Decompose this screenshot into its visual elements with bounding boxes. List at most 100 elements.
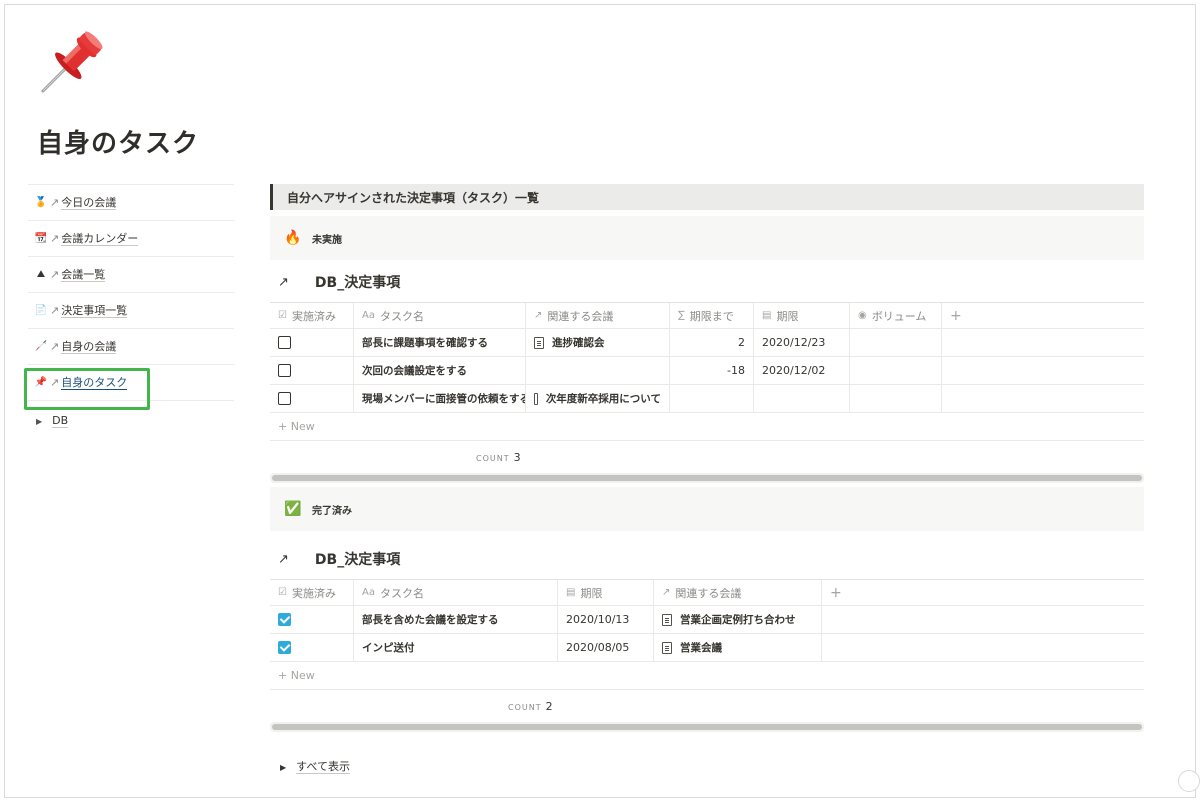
db-title-text[interactable]: DB_決定事項 <box>315 549 400 569</box>
empty-cell[interactable] <box>942 329 1144 356</box>
db-title-text[interactable]: DB_決定事項 <box>315 272 400 292</box>
linked-db-title[interactable]: ↗ DB_決定事項 <box>270 539 1144 579</box>
column-header[interactable]: ↗ 関連する会議 <box>526 303 670 328</box>
show-all-label[interactable]: すべて表示 <box>296 760 350 774</box>
pushpin-icon[interactable] <box>35 27 109 95</box>
scrollbar-thumb[interactable] <box>272 475 1142 481</box>
sidebar-item-5[interactable]: 📌 ↗ 自身のタスク <box>28 364 234 400</box>
task-name[interactable]: インピ送付 <box>362 640 415 655</box>
related-meeting-cell[interactable]: 営業企画定例打ち合わせ <box>654 606 822 633</box>
task-name[interactable]: 現場メンバーに面接管の依頼をする <box>362 391 525 406</box>
sidebar-item-3[interactable]: 📄 ↗ 決定事項一覧 <box>28 292 234 328</box>
task-name-cell[interactable]: 次回の会議設定をする <box>354 357 526 384</box>
column-header[interactable]: ◉ ボリューム <box>850 303 942 328</box>
empty-cell[interactable] <box>822 606 1144 633</box>
horizontal-scrollbar[interactable] <box>270 722 1144 732</box>
done-checkbox-cell[interactable] <box>270 357 354 384</box>
plus-icon[interactable]: + <box>830 585 842 601</box>
sidebar-item-label[interactable]: 自身の会議 <box>61 340 117 354</box>
task-name-cell[interactable]: インピ送付 <box>354 634 558 661</box>
task-name[interactable]: 部長に課題事項を確認する <box>362 335 488 350</box>
related-meeting-link[interactable]: 営業企画定例打ち合わせ <box>680 612 796 627</box>
column-header-label: 期限まで <box>689 309 734 323</box>
done-checkbox-cell[interactable] <box>270 634 354 661</box>
column-header[interactable]: ▤ 期限 <box>558 580 654 605</box>
toggle-triangle-icon[interactable]: ▶ <box>280 763 286 772</box>
column-type-icon: ↗ <box>534 310 543 321</box>
column-header[interactable]: ∑ 期限まで <box>670 303 754 328</box>
checked-checkbox[interactable] <box>278 641 291 654</box>
table-row[interactable]: 部長に課題事項を確認する 進捗確認会 2 2020/12/23 <box>270 329 1144 357</box>
deadline-cell[interactable]: 2020/12/02 <box>754 357 850 384</box>
column-header[interactable]: ☑ 実施済み <box>270 303 354 328</box>
column-header[interactable]: ☑ 実施済み <box>270 580 354 605</box>
linked-db-title[interactable]: ↗ DB_決定事項 <box>270 262 1144 302</box>
unchecked-checkbox[interactable] <box>278 336 291 349</box>
related-meeting-link[interactable]: 進捗確認会 <box>552 335 605 350</box>
related-meeting-cell[interactable]: 進捗確認会 <box>526 329 670 356</box>
related-meeting-cell[interactable]: 次年度新卒採用について <box>526 385 670 412</box>
deadline-cell[interactable]: 2020/10/13 <box>558 606 654 633</box>
deadline-cell[interactable] <box>754 385 850 412</box>
column-header-label: タスク名 <box>379 309 424 323</box>
related-meeting-link[interactable]: 営業会議 <box>680 640 722 655</box>
checked-checkbox[interactable] <box>278 613 291 626</box>
empty-cell[interactable] <box>942 385 1144 412</box>
related-meeting-cell[interactable]: 営業会議 <box>654 634 822 661</box>
table-row[interactable]: 次回の会議設定をする -18 2020/12/02 <box>270 357 1144 385</box>
unchecked-checkbox[interactable] <box>278 392 291 405</box>
task-name[interactable]: 部長を含めた会議を設定する <box>362 612 499 627</box>
volume-cell[interactable] <box>850 329 942 356</box>
sidebar-item-label[interactable]: 決定事項一覧 <box>61 304 128 318</box>
column-header[interactable]: ▤ 期限 <box>754 303 850 328</box>
volume-cell[interactable] <box>850 357 942 384</box>
column-header[interactable]: Aa タスク名 <box>354 303 526 328</box>
sidebar-item-label[interactable]: 会議カレンダー <box>61 232 139 246</box>
volume-cell[interactable] <box>850 385 942 412</box>
related-meeting-link[interactable]: 次年度新卒採用について <box>546 391 661 406</box>
empty-cell[interactable] <box>822 634 1144 661</box>
column-type-icon: ◉ <box>858 310 867 321</box>
plus-icon[interactable]: + <box>950 308 962 324</box>
deadline-cell[interactable]: 2020/08/05 <box>558 634 654 661</box>
done-checkbox-cell[interactable] <box>270 606 354 633</box>
add-column-button[interactable]: + <box>822 580 1144 605</box>
task-name-cell[interactable]: 部長を含めた会議を設定する <box>354 606 558 633</box>
empty-cell[interactable] <box>942 357 1144 384</box>
done-checkbox-cell[interactable] <box>270 329 354 356</box>
sidebar-item-0[interactable]: 🏅 ↗ 今日の会議 <box>28 184 234 220</box>
sidebar-item-4[interactable]: 🦯 ↗ 自身の会議 <box>28 328 234 364</box>
new-row-button[interactable]: + New <box>270 662 1144 690</box>
scrollbar-thumb[interactable] <box>272 724 1142 730</box>
sidebar-item-label[interactable]: 今日の会議 <box>61 196 117 210</box>
sidebar-item-label[interactable]: 会議一覧 <box>61 268 106 282</box>
deadline-cell[interactable]: 2020/12/23 <box>754 329 850 356</box>
days-until-cell[interactable] <box>670 385 754 412</box>
column-header[interactable]: ↗ 関連する会議 <box>654 580 822 605</box>
task-name[interactable]: 次回の会議設定をする <box>362 363 467 378</box>
column-header-label: 期限 <box>776 309 799 323</box>
related-meeting-cell[interactable] <box>526 357 670 384</box>
table-row[interactable]: 部長を含めた会議を設定する 2020/10/13 営業企画定例打ち合わせ <box>270 606 1144 634</box>
help-button[interactable] <box>1178 770 1200 792</box>
horizontal-scrollbar[interactable] <box>270 473 1144 483</box>
sidebar-item-label[interactable]: 自身のタスク <box>61 376 128 390</box>
sidebar-item-2[interactable]: ⛰ ↗ 会議一覧 <box>28 256 234 292</box>
toggle-label[interactable]: DB <box>52 414 69 428</box>
show-all-toggle[interactable]: ▶ すべて表示 <box>280 760 350 774</box>
task-name-cell[interactable]: 部長に課題事項を確認する <box>354 329 526 356</box>
page-document-icon <box>534 392 538 405</box>
table-row[interactable]: 現場メンバーに面接管の依頼をする 次年度新卒採用について <box>270 385 1144 413</box>
table-row[interactable]: インピ送付 2020/08/05 営業会議 <box>270 634 1144 662</box>
new-row-button[interactable]: + New <box>270 413 1144 441</box>
column-header[interactable]: Aa タスク名 <box>354 580 558 605</box>
days-until-cell[interactable]: -18 <box>670 357 754 384</box>
add-column-button[interactable]: + <box>942 303 1144 328</box>
done-checkbox-cell[interactable] <box>270 385 354 412</box>
toggle-triangle-icon[interactable]: ▶ <box>36 417 42 426</box>
days-until-cell[interactable]: 2 <box>670 329 754 356</box>
sidebar-toggle-db[interactable]: ▶ DB <box>36 414 69 428</box>
sidebar-item-1[interactable]: 📆 ↗ 会議カレンダー <box>28 220 234 256</box>
task-name-cell[interactable]: 現場メンバーに面接管の依頼をする <box>354 385 526 412</box>
unchecked-checkbox[interactable] <box>278 364 291 377</box>
